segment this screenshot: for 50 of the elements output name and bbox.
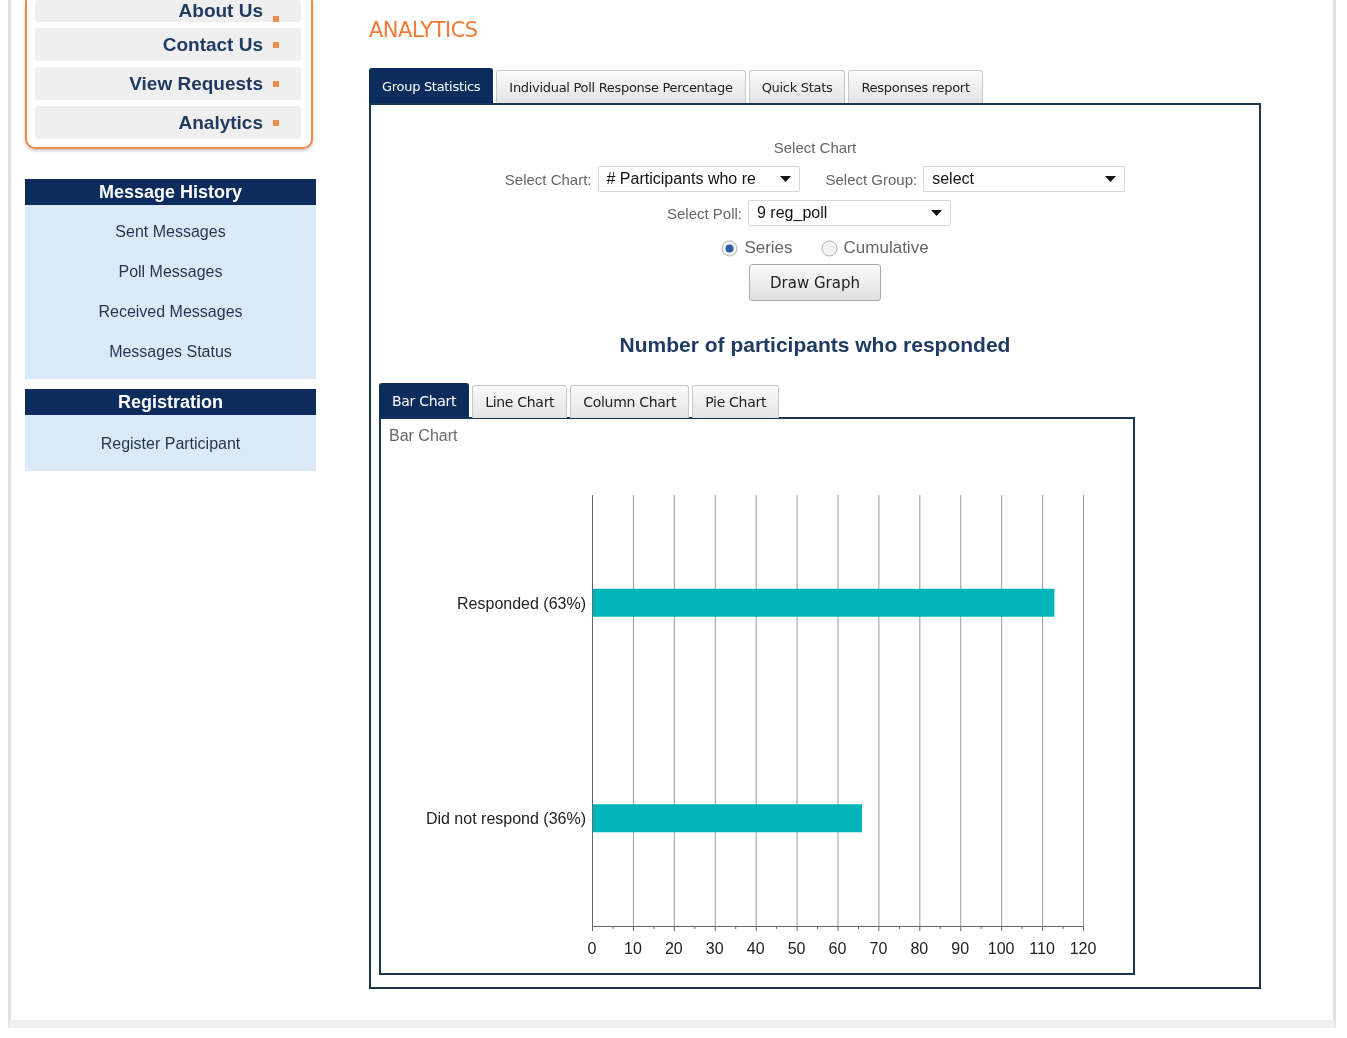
sidebar-link[interactable]: Register Participant bbox=[100, 431, 241, 457]
axis-tick-label: 10 bbox=[624, 940, 642, 957]
tab[interactable]: Bar Chart bbox=[379, 383, 470, 418]
axis-tick-label: 100 bbox=[987, 940, 1015, 957]
sidebar-link[interactable]: Sent Messages bbox=[115, 219, 226, 245]
axis-tick-label: 20 bbox=[664, 940, 683, 957]
category-label: Responded (63%) bbox=[457, 594, 586, 612]
dropdown[interactable]: 9 reg_poll bbox=[748, 200, 951, 226]
sidebar-link[interactable]: Received Messages bbox=[98, 299, 243, 325]
draw-graph-button[interactable]: Draw Graph bbox=[749, 264, 881, 301]
field-label: Select Group: bbox=[825, 170, 918, 188]
axis-tick-label: 30 bbox=[705, 940, 724, 957]
axis-tick-label: 110 bbox=[1029, 940, 1055, 957]
radio-button[interactable]: Cumulative bbox=[820, 238, 929, 258]
page-title: ANALYTICS bbox=[369, 18, 478, 42]
tab[interactable]: Individual Poll Response Percentage bbox=[496, 70, 746, 103]
axis-tick-label: 40 bbox=[746, 940, 765, 957]
tab[interactable]: Responses report bbox=[848, 70, 983, 103]
field-label: Select Chart: bbox=[504, 170, 592, 188]
tab[interactable]: Group Statistics bbox=[369, 68, 494, 103]
caret-icon bbox=[779, 176, 791, 182]
caret-icon bbox=[1105, 176, 1117, 182]
tab[interactable]: Pie Chart bbox=[692, 385, 780, 418]
axis-tick-label: 60 bbox=[828, 940, 847, 957]
chart-heading: Number of participants who responded bbox=[619, 333, 1011, 357]
dropdown[interactable]: select bbox=[923, 166, 1126, 192]
menu-item[interactable]: View Requests bbox=[35, 67, 301, 100]
axis-tick-label: 70 bbox=[869, 940, 888, 957]
tab[interactable]: Quick Stats bbox=[748, 70, 846, 103]
menu-item[interactable]: About Us bbox=[35, 0, 301, 22]
form-heading: Select Chart bbox=[773, 139, 857, 156]
menu-item[interactable]: Analytics bbox=[35, 106, 301, 139]
section-header: Registration bbox=[25, 389, 316, 415]
chart-title: Bar Chart bbox=[389, 427, 458, 445]
axis-tick-label: 90 bbox=[951, 940, 970, 957]
axis-tick-label: 80 bbox=[910, 940, 929, 957]
axis-tick-label: 120 bbox=[1069, 940, 1097, 957]
tab[interactable]: Line Chart bbox=[472, 385, 568, 418]
section-header: Message History bbox=[25, 179, 316, 205]
radio-button[interactable]: Series bbox=[721, 238, 793, 258]
menu-item[interactable]: Contact Us bbox=[35, 28, 301, 61]
field-label: Select Poll: bbox=[666, 204, 742, 222]
tab[interactable]: Column Chart bbox=[570, 385, 690, 418]
axis-tick-label: 0 bbox=[587, 940, 597, 957]
sidebar-link[interactable]: Messages Status bbox=[109, 339, 232, 365]
category-label: Did not respond (36%) bbox=[425, 810, 586, 828]
axis-tick-label: 50 bbox=[787, 940, 806, 957]
dropdown[interactable]: # Participants who re bbox=[597, 166, 800, 192]
sidebar-link[interactable]: Poll Messages bbox=[118, 259, 223, 285]
caret-icon bbox=[931, 210, 942, 216]
